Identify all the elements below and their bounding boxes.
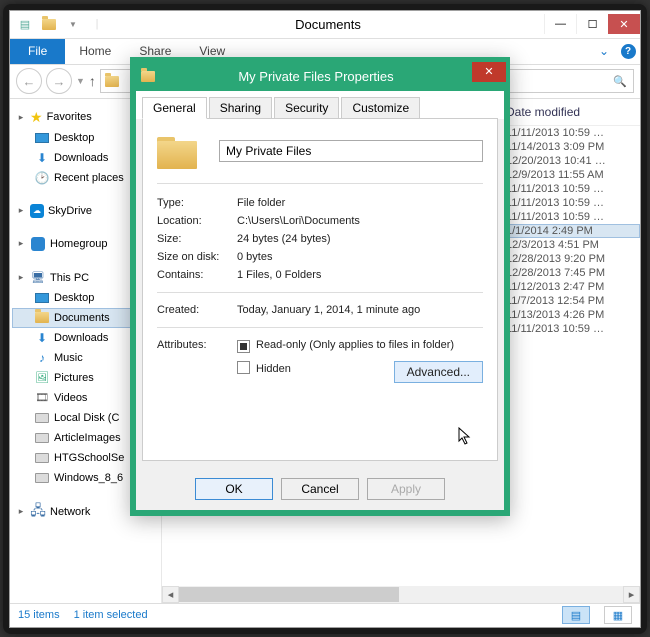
cell-date: 11/11/2013 10:59 … — [506, 183, 636, 195]
tab-sharing[interactable]: Sharing — [209, 97, 272, 119]
drive-icon — [35, 413, 49, 423]
cell-date: 12/28/2013 7:45 PM — [506, 267, 636, 279]
cell-date: 12/28/2013 9:20 PM — [506, 253, 636, 265]
skydrive-icon: ☁ — [30, 204, 44, 218]
drive-icon — [35, 473, 49, 483]
tab-security[interactable]: Security — [274, 97, 339, 119]
status-count: 15 items — [18, 609, 60, 621]
advanced-button[interactable]: Advanced... — [394, 361, 483, 383]
history-dropdown-icon[interactable]: ▼ — [76, 76, 85, 86]
scroll-left-icon[interactable]: ◂ — [162, 586, 179, 603]
dialog-titlebar[interactable]: My Private Files Properties ✕ — [136, 63, 504, 91]
cell-date: 11/7/2013 12:54 PM — [506, 295, 636, 307]
properties-icon[interactable]: ▤ — [14, 14, 36, 34]
window-title: Documents — [112, 17, 544, 32]
icons-view-button[interactable]: ▦ — [604, 606, 632, 624]
tab-customize[interactable]: Customize — [341, 97, 420, 119]
label-size: Size: — [157, 233, 237, 245]
tab-page-general: Type:File folder Location:C:\Users\Lori\… — [142, 118, 498, 461]
tab-home[interactable]: Home — [65, 39, 125, 64]
desktop-icon — [35, 293, 49, 303]
checkbox-empty-icon — [237, 361, 250, 374]
label-location: Location: — [157, 215, 237, 227]
star-icon: ★ — [30, 109, 43, 126]
cell-date: 11/11/2013 10:59 … — [506, 323, 636, 335]
cell-date: 11/11/2013 10:59 … — [506, 211, 636, 223]
label-created: Created: — [157, 304, 237, 316]
music-icon: ♪ — [34, 350, 50, 366]
hidden-checkbox[interactable]: Hidden — [237, 363, 291, 375]
folder-icon — [105, 76, 119, 87]
cell-date: 12/3/2013 4:51 PM — [506, 239, 636, 251]
pc-icon: 🖥 — [30, 270, 46, 286]
column-date[interactable]: Date modified — [506, 105, 636, 119]
close-button[interactable]: ✕ — [608, 14, 640, 34]
forward-button[interactable]: → — [46, 68, 72, 94]
checkbox-indeterminate-icon — [237, 340, 250, 353]
dialog-button-row: OK Cancel Apply — [136, 468, 504, 510]
status-bar: 15 items 1 item selected ▤ ▦ — [10, 603, 640, 627]
qat-dropdown-icon[interactable]: ▼ — [62, 14, 84, 34]
status-selected: 1 item selected — [74, 609, 148, 621]
value-size: 24 bytes (24 bytes) — [237, 233, 483, 245]
new-folder-icon[interactable] — [38, 14, 60, 34]
drive-icon — [35, 433, 49, 443]
cell-date: 12/20/2013 10:41 … — [506, 155, 636, 167]
properties-dialog: My Private Files Properties ✕ General Sh… — [130, 57, 510, 516]
cell-date: 11/14/2013 3:09 PM — [506, 141, 636, 153]
dialog-tabs: General Sharing Security Customize — [136, 91, 504, 119]
apply-button[interactable]: Apply — [367, 478, 445, 500]
search-icon: 🔍 — [613, 75, 627, 88]
homegroup-icon — [31, 237, 45, 251]
value-sizeondisk: 0 bytes — [237, 251, 483, 263]
network-icon: 🖧 — [30, 504, 46, 520]
up-button[interactable]: ↑ — [89, 73, 96, 89]
cell-date: 11/13/2013 4:26 PM — [506, 309, 636, 321]
cell-date: 11/11/2013 10:59 … — [506, 197, 636, 209]
value-type: File folder — [237, 197, 483, 209]
folder-icon — [35, 312, 49, 323]
folder-name-input[interactable] — [219, 140, 483, 162]
dialog-title: My Private Files Properties — [160, 69, 472, 84]
value-location: C:\Users\Lori\Documents — [237, 215, 483, 227]
recent-icon: 🕑 — [34, 170, 50, 186]
explorer-window: ▤ ▼ | Documents — ☐ ✕ File Home Share Vi… — [9, 10, 641, 628]
value-contains: 1 Files, 0 Folders — [237, 269, 483, 281]
folder-icon — [141, 71, 155, 82]
desktop-icon — [35, 133, 49, 143]
tab-general[interactable]: General — [142, 97, 207, 119]
drive-icon — [35, 453, 49, 463]
titlebar: ▤ ▼ | Documents — ☐ ✕ — [10, 11, 640, 39]
label-type: Type: — [157, 197, 237, 209]
ok-button[interactable]: OK — [195, 478, 273, 500]
details-view-button[interactable]: ▤ — [562, 606, 590, 624]
expand-ribbon-icon[interactable]: ⌄ — [592, 39, 616, 64]
label-sizeondisk: Size on disk: — [157, 251, 237, 263]
minimize-button[interactable]: — — [544, 14, 576, 34]
videos-icon: 🎞 — [34, 390, 50, 406]
help-button[interactable]: ? — [616, 39, 640, 64]
horizontal-scrollbar[interactable]: ◂ ▸ — [162, 586, 640, 603]
scroll-right-icon[interactable]: ▸ — [623, 586, 640, 603]
cell-date: 12/9/2013 11:55 AM — [506, 169, 636, 181]
quick-access-toolbar: ▤ ▼ | — [10, 14, 112, 34]
cell-date: 11/11/2013 10:59 … — [506, 127, 636, 139]
label-contains: Contains: — [157, 269, 237, 281]
cell-date: 11/12/2013 2:47 PM — [506, 281, 636, 293]
download-icon: ⬇ — [34, 330, 50, 346]
scroll-thumb[interactable] — [179, 587, 399, 602]
back-button[interactable]: ← — [16, 68, 42, 94]
pictures-icon: 🖼 — [34, 370, 50, 386]
value-created: Today, January 1, 2014, 1 minute ago — [237, 304, 483, 316]
cancel-button[interactable]: Cancel — [281, 478, 359, 500]
cell-date: 1/1/2014 2:49 PM — [506, 225, 636, 237]
readonly-checkbox[interactable]: Read-only (Only applies to files in fold… — [237, 339, 483, 353]
dialog-close-button[interactable]: ✕ — [472, 62, 506, 82]
download-icon: ⬇ — [34, 150, 50, 166]
file-tab[interactable]: File — [10, 39, 65, 64]
separator: | — [86, 14, 108, 34]
folder-large-icon — [157, 133, 197, 169]
label-attributes: Attributes: — [157, 339, 237, 383]
maximize-button[interactable]: ☐ — [576, 14, 608, 34]
